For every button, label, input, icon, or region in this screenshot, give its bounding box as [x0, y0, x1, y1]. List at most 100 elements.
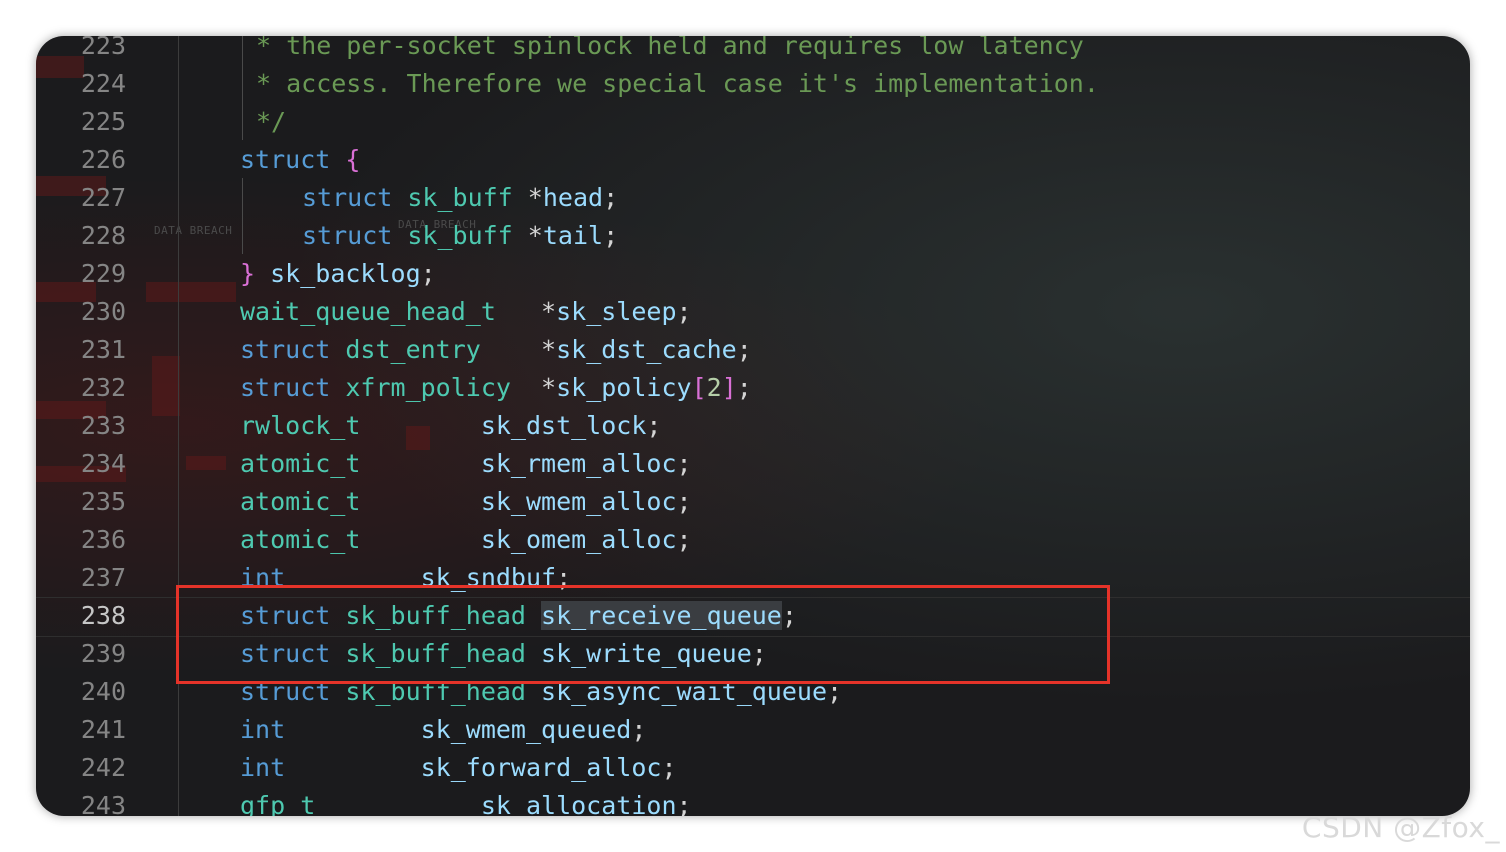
code-token: sk_wmem_queued: [420, 715, 632, 744]
line-number: 224: [80, 69, 126, 98]
code-token: *: [541, 297, 557, 326]
code-token: int: [240, 715, 421, 744]
code-line[interactable]: 223 * the per-socket spinlock held and re…: [36, 36, 1470, 65]
code-token: *: [541, 335, 557, 364]
code-token: ;: [676, 449, 692, 478]
code-text: struct sk_buff *head;: [302, 179, 618, 217]
code-token: sk_allocation: [480, 791, 677, 816]
code-token: {: [345, 145, 361, 174]
line-number: 233: [80, 411, 126, 440]
line-number: 226: [80, 145, 126, 174]
line-number: 227: [80, 183, 126, 212]
line-number: 242: [80, 753, 126, 782]
code-token: ;: [631, 715, 647, 744]
line-number: 235: [80, 487, 126, 516]
code-token: * the per-socket spinlock held and requi…: [256, 36, 1084, 60]
code-token: ;: [676, 297, 692, 326]
line-number: 229: [80, 259, 126, 288]
code-token: ;: [661, 753, 677, 782]
code-line[interactable]: 231 struct dst_entry *sk_dst_cache;: [36, 331, 1470, 369]
code-token: atomic_t: [240, 449, 481, 478]
line-number: 241: [80, 715, 126, 744]
code-token: ;: [736, 373, 752, 402]
code-token: ;: [646, 411, 662, 440]
code-line[interactable]: 236 atomic_t sk_omem_alloc;: [36, 521, 1470, 559]
code-token: struct: [302, 183, 408, 212]
code-line[interactable]: 233 rwlock_t sk_dst_lock;: [36, 407, 1470, 445]
code-token: int: [240, 753, 421, 782]
code-line[interactable]: 228 struct sk_buff *tail;: [36, 217, 1470, 255]
code-token: sk_sleep: [556, 297, 677, 326]
code-token: xfrm_policy: [345, 373, 542, 402]
code-text: * access. Therefore we special case it's…: [256, 65, 1099, 103]
code-text: atomic_t sk_wmem_alloc;: [240, 483, 692, 521]
code-token: * access. Therefore we special case it's…: [256, 69, 1099, 98]
code-text: struct sk_buff *tail;: [302, 217, 618, 255]
code-token: ]: [721, 373, 737, 402]
code-token: sk_backlog: [270, 259, 421, 288]
code-text: rwlock_t sk_dst_lock;: [240, 407, 661, 445]
code-token: }: [240, 259, 271, 288]
code-line[interactable]: 232 struct xfrm_policy *sk_policy[2];: [36, 369, 1470, 407]
line-number: 243: [80, 791, 126, 816]
line-number: 237: [80, 563, 126, 592]
code-token: tail: [542, 221, 604, 250]
code-token: [: [691, 373, 707, 402]
code-text: int sk_forward_alloc;: [240, 749, 677, 787]
code-token: sk_wmem_alloc: [480, 487, 677, 516]
code-line[interactable]: 242 int sk_forward_alloc;: [36, 749, 1470, 787]
code-text: wait_queue_head_t *sk_sleep;: [240, 293, 692, 331]
highlight-annotation-box: [176, 585, 1110, 684]
code-text: atomic_t sk_rmem_alloc;: [240, 445, 692, 483]
code-token: sk_forward_alloc: [420, 753, 662, 782]
code-token: struct: [240, 335, 346, 364]
code-line[interactable]: 224 * access. Therefore we special case i…: [36, 65, 1470, 103]
code-line[interactable]: 234 atomic_t sk_rmem_alloc;: [36, 445, 1470, 483]
code-token: ;: [676, 791, 692, 816]
line-number: 223: [80, 36, 126, 60]
code-token: sk_dst_lock: [480, 411, 647, 440]
code-token: atomic_t: [240, 487, 481, 516]
code-token: ;: [420, 259, 436, 288]
code-token: sk_buff: [407, 221, 528, 250]
code-token: sk_policy: [556, 373, 692, 402]
code-token: rwlock_t: [240, 411, 481, 440]
code-editor-screenshot: DATA BREACH DATA BREACH 223 * the per-soc…: [36, 36, 1470, 816]
code-token: */: [256, 107, 287, 136]
line-number: 232: [80, 373, 126, 402]
line-number: 230: [80, 297, 126, 326]
code-text: int sk_wmem_queued;: [240, 711, 646, 749]
code-text: struct dst_entry *sk_dst_cache;: [240, 331, 752, 369]
code-token: *: [541, 373, 557, 402]
code-text: * the per-socket spinlock held and requi…: [256, 36, 1084, 65]
code-line[interactable]: 225 */: [36, 103, 1470, 141]
code-line[interactable]: 227 struct sk_buff *head;: [36, 179, 1470, 217]
code-token: ;: [736, 335, 752, 364]
code-token: struct: [302, 221, 408, 250]
code-token: *: [527, 183, 543, 212]
code-token: *: [527, 221, 543, 250]
code-text: gfp_t sk_allocation;: [240, 787, 692, 816]
line-number: 240: [80, 677, 126, 706]
code-line[interactable]: 226 struct {: [36, 141, 1470, 179]
code-text: struct xfrm_policy *sk_policy[2];: [240, 369, 752, 407]
code-token: struct: [240, 145, 346, 174]
code-token: sk_rmem_alloc: [480, 449, 677, 478]
code-text: atomic_t sk_omem_alloc;: [240, 521, 692, 559]
code-text: } sk_backlog;: [240, 255, 436, 293]
code-token: gfp_t: [240, 791, 481, 816]
line-number: 231: [80, 335, 126, 364]
code-line[interactable]: 241 int sk_wmem_queued;: [36, 711, 1470, 749]
code-line[interactable]: 229} sk_backlog;: [36, 255, 1470, 293]
code-line[interactable]: 230 wait_queue_head_t *sk_sleep;: [36, 293, 1470, 331]
code-token: ;: [603, 183, 619, 212]
code-text: struct {: [240, 141, 360, 179]
code-area[interactable]: 223 * the per-socket spinlock held and re…: [36, 36, 1470, 816]
code-token: atomic_t: [240, 525, 481, 554]
line-number: 236: [80, 525, 126, 554]
code-token: ;: [676, 525, 692, 554]
line-number: 238: [80, 601, 126, 630]
code-line[interactable]: 243 gfp_t sk_allocation;: [36, 787, 1470, 816]
code-token: 2: [706, 373, 722, 402]
code-line[interactable]: 235 atomic_t sk_wmem_alloc;: [36, 483, 1470, 521]
